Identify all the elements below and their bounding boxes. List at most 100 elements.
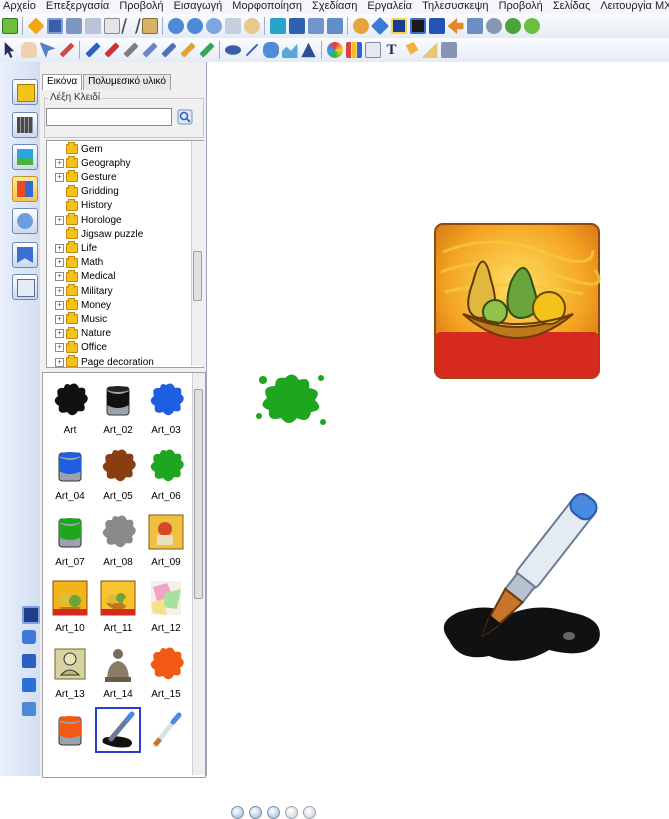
settings-icon[interactable]	[485, 18, 502, 34]
gallery-item[interactable]: Art	[45, 379, 95, 443]
gallery-item[interactable]: Art_08	[93, 511, 143, 575]
tab-multimedia[interactable]: Πολυμεσικό υλικό	[83, 74, 171, 90]
next-page-button[interactable]	[267, 806, 280, 819]
backgrounds-button[interactable]	[12, 112, 38, 138]
pen-gray-icon[interactable]	[122, 42, 139, 58]
first-page-button[interactable]	[231, 806, 244, 819]
gallery-item[interactable]	[141, 709, 191, 773]
highlighter-icon[interactable]	[141, 42, 158, 58]
gallery-item[interactable]	[93, 707, 143, 773]
gallery-item[interactable]: Art_09	[141, 511, 191, 575]
menu-mx2[interactable]: Λειτουργία MX2	[600, 0, 669, 12]
gallery-item[interactable]: Art_04	[45, 445, 95, 509]
new-page-icon[interactable]	[1, 18, 18, 34]
tree-item[interactable]: Jigsaw puzzle	[66, 227, 143, 241]
expand-icon[interactable]: +	[55, 172, 64, 182]
gallery-scrollbar-thumb[interactable]	[194, 389, 203, 599]
search-resources-button[interactable]	[12, 208, 38, 234]
magic-pen-icon[interactable]	[198, 42, 215, 58]
gallery-item[interactable]: Art_05	[93, 445, 143, 509]
bar-chart-icon[interactable]	[345, 42, 362, 58]
triangle-icon[interactable]	[301, 42, 316, 58]
tree-item[interactable]: + Gesture	[55, 170, 117, 184]
search-icon[interactable]	[177, 109, 193, 125]
whiteboard-canvas[interactable]	[207, 62, 669, 819]
fill-icon[interactable]	[405, 42, 419, 55]
area-chart-icon[interactable]	[281, 43, 298, 58]
expand-icon[interactable]: +	[55, 243, 64, 253]
cylinder-icon[interactable]	[262, 42, 279, 58]
fruit-bowl-painting[interactable]	[433, 222, 601, 380]
marker-icon[interactable]	[160, 42, 177, 58]
tree-item[interactable]: + Office	[55, 340, 107, 355]
images-button[interactable]	[12, 144, 38, 170]
green-tool-icon[interactable]	[523, 18, 540, 34]
pointer-icon[interactable]	[39, 42, 56, 58]
clock-icon[interactable]	[504, 18, 521, 34]
gallery-item[interactable]: Art_14	[93, 643, 143, 707]
tree-scrollbar-thumb[interactable]	[193, 251, 202, 301]
tree-item[interactable]: Gem	[66, 142, 103, 156]
tree-item[interactable]: + Medical	[55, 269, 115, 284]
menu-view[interactable]: Προβολή	[119, 0, 163, 12]
tree-item[interactable]: + Life	[55, 241, 97, 255]
presentation-icon[interactable]	[22, 606, 40, 624]
gallery-item[interactable]: Art_03	[141, 379, 191, 443]
tree-item[interactable]: + Nature	[55, 326, 111, 341]
page-sorter-button[interactable]	[12, 79, 38, 105]
copy-icon[interactable]	[103, 18, 120, 34]
menu-page[interactable]: Σελίδας	[553, 0, 590, 12]
expand-icon[interactable]: +	[55, 215, 64, 225]
zoom-out-icon[interactable]	[186, 18, 203, 34]
keyword-input[interactable]	[46, 108, 172, 126]
save-as-icon[interactable]	[65, 18, 82, 34]
bookmarks-button[interactable]	[12, 242, 38, 268]
swap-icon[interactable]	[22, 654, 36, 668]
resources-button[interactable]	[12, 176, 38, 202]
expand-icon[interactable]: +	[55, 314, 64, 324]
zoom-menu-icon[interactable]	[205, 18, 222, 34]
paintbrush-with-black-paint[interactable]	[429, 472, 619, 672]
pen-red-icon[interactable]	[103, 42, 120, 58]
gallery-item[interactable]: Art_13	[45, 643, 95, 707]
toggle-icon[interactable]	[22, 678, 36, 692]
paint-icon[interactable]	[352, 18, 369, 34]
expand-icon[interactable]: +	[55, 343, 64, 353]
laser-icon[interactable]	[59, 42, 74, 58]
gallery-scrollbar[interactable]	[192, 373, 205, 775]
gallery-item[interactable]: Art_10	[45, 577, 95, 641]
expand-icon[interactable]: +	[55, 357, 64, 367]
keyboard-icon[interactable]	[440, 42, 457, 58]
ellipse-icon[interactable]	[224, 45, 241, 55]
print-icon[interactable]	[84, 18, 101, 34]
screen-shade-icon[interactable]	[326, 18, 343, 34]
fit-page-icon[interactable]	[224, 18, 241, 34]
arrow-left-icon[interactable]	[447, 18, 464, 34]
save-icon[interactable]	[46, 18, 63, 34]
text-icon[interactable]: T	[384, 42, 400, 58]
tree-item[interactable]: + Geography	[55, 156, 130, 170]
tree-item[interactable]: + Military	[55, 284, 113, 298]
tree-item[interactable]: History	[66, 198, 112, 213]
brush-icon[interactable]	[179, 42, 196, 58]
menu-draw[interactable]: Σχεδίαση	[312, 0, 357, 12]
pen-blue-icon[interactable]	[84, 42, 101, 58]
gallery-item[interactable]: Art_06	[141, 445, 191, 509]
table-icon[interactable]	[364, 42, 381, 58]
cut-icon[interactable]	[120, 18, 141, 34]
fullscreen-icon[interactable]	[288, 18, 305, 34]
expand-icon[interactable]: +	[55, 329, 64, 339]
tree-scrollbar[interactable]	[191, 141, 204, 366]
video-icon[interactable]	[409, 18, 426, 34]
tab-image[interactable]: Εικόνα	[42, 74, 83, 90]
menu-tools[interactable]: Εργαλεία	[367, 0, 412, 12]
line-icon[interactable]	[245, 43, 258, 57]
gallery-item[interactable]: Art_11	[93, 577, 143, 641]
spotlight-icon[interactable]	[307, 18, 324, 34]
gallery-item[interactable]: Art_12	[141, 577, 191, 641]
record-icon[interactable]	[390, 18, 407, 34]
fullscreen-small-icon[interactable]	[22, 630, 36, 644]
tree-item[interactable]: + Math	[55, 255, 103, 270]
screen-capture-icon[interactable]	[269, 18, 286, 34]
tree-item[interactable]: + Money	[55, 298, 111, 312]
